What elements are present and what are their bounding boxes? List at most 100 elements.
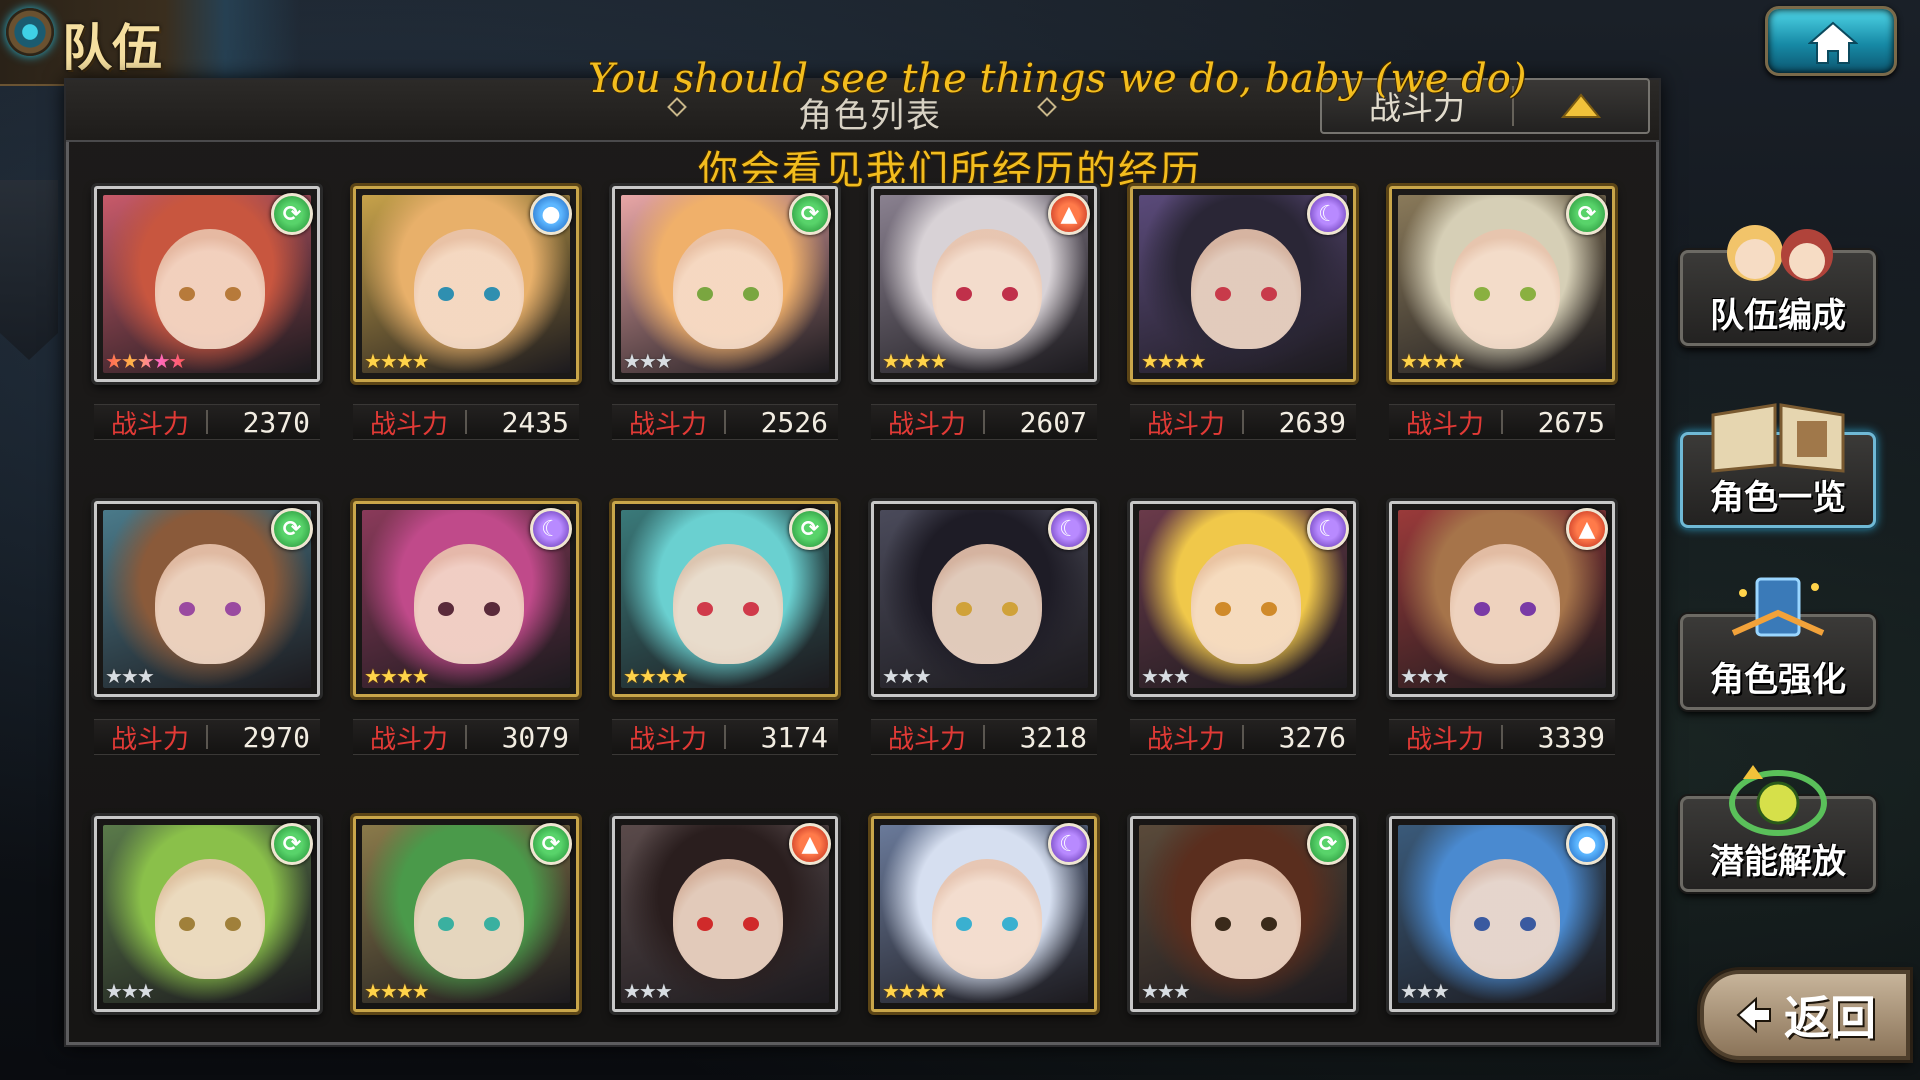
- rarity-stars: ★★★★: [1400, 349, 1466, 373]
- left-banner: [0, 180, 58, 360]
- team-formation-label: 队伍编成: [1710, 296, 1846, 336]
- power-bar: 战斗力 3079: [353, 719, 579, 755]
- rarity-stars: ★★★: [105, 979, 155, 1003]
- portrait-eyes: [1474, 602, 1536, 616]
- character-card[interactable]: ★★★ ●: [1389, 816, 1615, 1012]
- fire-element-icon: ▲: [1048, 193, 1090, 235]
- power-value: 3079: [501, 720, 569, 754]
- character-portrait[interactable]: ★★★★ ●: [353, 186, 579, 382]
- power-bar: 战斗力 3276: [1130, 719, 1356, 755]
- character-portrait[interactable]: ★★★ ⟳: [1130, 816, 1356, 1012]
- back-button[interactable]: 返回: [1700, 970, 1910, 1060]
- wind-element-icon: ⟳: [1307, 823, 1349, 865]
- portrait-eyes: [956, 917, 1018, 931]
- character-card[interactable]: ★★★★ ⟳ 战斗力 2675: [1389, 186, 1615, 440]
- power-value: 3339: [1537, 720, 1605, 754]
- power-label: 战斗力: [887, 409, 966, 440]
- character-portrait[interactable]: ★★★ ⟳: [94, 501, 320, 697]
- character-card[interactable]: ★★★ ▲ 战斗力 3339: [1389, 501, 1615, 755]
- team-formation-button[interactable]: 队伍编成: [1680, 225, 1876, 346]
- rarity-stars: ★★★★: [364, 979, 430, 1003]
- wind-element-icon: ⟳: [530, 823, 572, 865]
- power-label: 战斗力: [369, 409, 448, 440]
- wind-element-icon: ⟳: [789, 508, 831, 550]
- power-bar: 战斗力 3339: [1389, 719, 1615, 755]
- portrait-eyes: [438, 287, 500, 301]
- character-portrait[interactable]: ★★★ ☾: [1130, 501, 1356, 697]
- character-portrait[interactable]: ★★★ ⟳: [94, 816, 320, 1012]
- character-portrait[interactable]: ★★★★★ ⟳: [94, 186, 320, 382]
- character-card[interactable]: ★★★★ ▲ 战斗力 2607: [871, 186, 1097, 440]
- triangle-up-icon: [1561, 93, 1601, 118]
- sort-order-toggle[interactable]: [1514, 93, 1648, 119]
- character-card[interactable]: ★★★ ⟳: [94, 816, 320, 1012]
- power-bar: 战斗力 2675: [1389, 404, 1615, 440]
- rarity-stars: ★★★★: [364, 664, 430, 688]
- power-bar: 战斗力 2526: [612, 404, 838, 440]
- character-portrait[interactable]: ★★★ ▲: [1389, 501, 1615, 697]
- character-card[interactable]: ★★★ ⟳ 战斗力 2970: [94, 501, 320, 755]
- portrait-eyes: [438, 602, 500, 616]
- character-card[interactable]: ★★★★ ⟳ 战斗力 3174: [612, 501, 838, 755]
- character-list-button[interactable]: 角色一览: [1680, 403, 1876, 528]
- wind-element-icon: ⟳: [789, 193, 831, 235]
- character-card[interactable]: ★★★ ▲: [612, 816, 838, 1012]
- portrait-eyes: [956, 287, 1018, 301]
- portrait-eyes: [1215, 287, 1277, 301]
- potential-unlock-button[interactable]: 潜能解放: [1680, 765, 1876, 892]
- wind-element-icon: ⟳: [271, 823, 313, 865]
- character-card[interactable]: ★★★★ ☾ 战斗力 3079: [353, 501, 579, 755]
- portrait-eyes: [1474, 287, 1536, 301]
- portrait-eyes: [179, 917, 241, 931]
- character-card[interactable]: ★★★ ☾ 战斗力 3276: [1130, 501, 1356, 755]
- character-portrait[interactable]: ★★★★ ▲: [871, 186, 1097, 382]
- character-upgrade-button[interactable]: 角色强化: [1680, 577, 1876, 710]
- rarity-stars: ★★★: [623, 349, 673, 373]
- card-upgrade-icon: [1731, 577, 1825, 637]
- power-bar: 战斗力 2970: [94, 719, 320, 755]
- back-label: 返回: [1784, 991, 1876, 1045]
- portrait-eyes: [956, 602, 1018, 616]
- character-portrait[interactable]: ★★★★ ⟳: [353, 816, 579, 1012]
- character-card[interactable]: ★★★★★ ⟳ 战斗力 2370: [94, 186, 320, 440]
- character-card[interactable]: ★★★ ⟳: [1130, 816, 1356, 1012]
- character-portrait[interactable]: ★★★ ▲: [612, 816, 838, 1012]
- dark-element-icon: ☾: [1307, 508, 1349, 550]
- character-portrait[interactable]: ★★★★ ☾: [353, 501, 579, 697]
- portrait-eyes: [179, 287, 241, 301]
- character-card[interactable]: ★★★★ ⟳: [353, 816, 579, 1012]
- character-card[interactable]: ★★★★ ● 战斗力 2435: [353, 186, 579, 440]
- team-portrait-icon: [1727, 225, 1833, 281]
- rarity-stars: ★★★: [1400, 664, 1450, 688]
- rarity-stars: ★★★: [1141, 664, 1191, 688]
- character-card[interactable]: ★★★★ ☾ 战斗力 2639: [1130, 186, 1356, 440]
- character-card[interactable]: ★★★ ⟳ 战斗力 2526: [612, 186, 838, 440]
- character-portrait[interactable]: ★★★★ ☾: [1130, 186, 1356, 382]
- home-button[interactable]: [1765, 6, 1897, 76]
- rarity-stars: ★★★: [882, 664, 932, 688]
- character-portrait[interactable]: ★★★ ☾: [871, 501, 1097, 697]
- power-value: 2639: [1278, 405, 1346, 439]
- fire-element-icon: ▲: [789, 823, 831, 865]
- wind-element-icon: ⟳: [271, 508, 313, 550]
- portrait-eyes: [1215, 917, 1277, 931]
- subtitle-english: You should see the things we do, baby (w…: [588, 56, 1527, 102]
- character-portrait[interactable]: ★★★★ ⟳: [1389, 186, 1615, 382]
- power-value: 2526: [760, 405, 828, 439]
- character-portrait[interactable]: ★★★★ ⟳: [612, 501, 838, 697]
- dark-element-icon: ☾: [1048, 508, 1090, 550]
- power-value: 2370: [242, 405, 310, 439]
- power-value: 2970: [242, 720, 310, 754]
- power-label: 战斗力: [1405, 409, 1484, 440]
- character-portrait[interactable]: ★★★★ ☾: [871, 816, 1097, 1012]
- character-portrait[interactable]: ★★★ ●: [1389, 816, 1615, 1012]
- character-card[interactable]: ★★★★ ☾: [871, 816, 1097, 1012]
- wind-element-icon: ⟳: [1566, 193, 1608, 235]
- character-card[interactable]: ★★★ ☾ 战斗力 3218: [871, 501, 1097, 755]
- character-portrait[interactable]: ★★★ ⟳: [612, 186, 838, 382]
- rarity-stars: ★★★: [623, 979, 673, 1003]
- power-value: 3276: [1278, 720, 1346, 754]
- potential-unlock-label: 潜能解放: [1710, 842, 1846, 882]
- power-label: 战斗力: [1405, 724, 1484, 755]
- power-bar: 战斗力 2639: [1130, 404, 1356, 440]
